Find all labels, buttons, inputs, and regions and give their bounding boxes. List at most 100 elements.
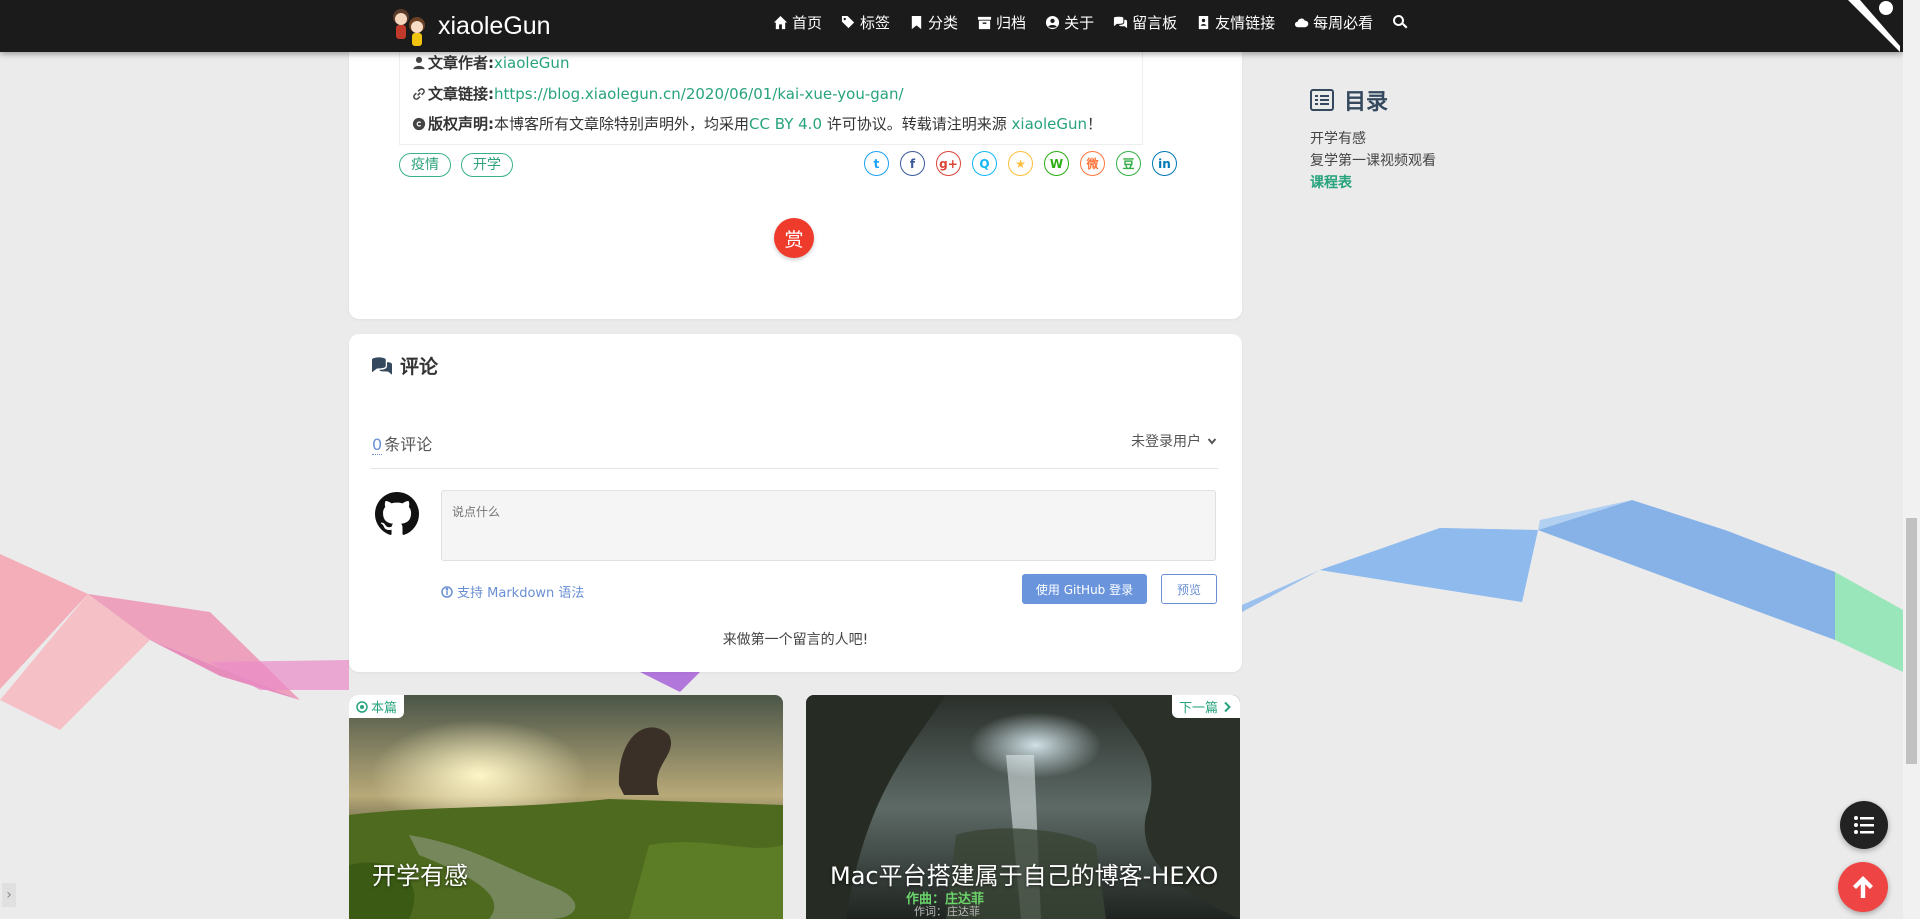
reward-button[interactable]: 赏 [774, 218, 814, 258]
post-tags: 疫情 开学 [399, 153, 523, 177]
link-icon [413, 87, 425, 100]
share-weibo-icon[interactable]: 微 [1080, 151, 1105, 176]
search-icon [1393, 15, 1408, 29]
share-douban-icon[interactable]: 豆 [1116, 151, 1141, 176]
archive-icon [977, 16, 992, 29]
nav-archive[interactable]: 归档 [977, 12, 1026, 33]
brand-logo-icon [393, 9, 425, 46]
nav-label: 首页 [792, 13, 823, 32]
search-button[interactable] [1392, 14, 1412, 30]
nav-label: 关于 [1064, 13, 1095, 32]
license-label: 版权声明: [428, 115, 494, 133]
next-post-card[interactable]: 下一篇 Mac平台搭建属于自己的博客-HEXO 作曲：庄达菲 作词：庄达菲 [806, 695, 1240, 919]
markdown-tip[interactable]: 支持 Markdown 语法 [441, 582, 584, 601]
post-copyright-card: 文章作者: xiaoleGun 文章链接: https://blog.xiaol… [349, 40, 1242, 319]
toc-toggle-button[interactable] [1840, 801, 1888, 849]
arrow-up-icon [1853, 876, 1873, 898]
license-text-3: ！ [1087, 115, 1103, 133]
toc-heading: 目录 [1310, 84, 1436, 116]
license-text-1: 本博客所有文章除特别声明外，均采用 [494, 115, 750, 133]
preview-button[interactable]: 预览 [1161, 574, 1217, 604]
site-name: xiaoleGun [438, 11, 551, 40]
login-user-dropdown[interactable]: 未登录用户 [1131, 431, 1217, 451]
chevron-right-icon [1224, 701, 1231, 712]
toc-item[interactable]: 开学有感 [1310, 128, 1436, 150]
toc-item[interactable]: 复学第一课视频观看 [1310, 150, 1436, 172]
share-linkedin-icon[interactable]: in [1152, 151, 1177, 176]
link-label: 文章链接: [428, 85, 494, 103]
post-url-link[interactable]: https://blog.xiaolegun.cn/2020/06/01/kai… [494, 85, 904, 103]
tag-chip[interactable]: 开学 [461, 153, 513, 177]
bookmark-icon [911, 15, 922, 29]
share-qzone-icon[interactable]: ★ [1008, 151, 1033, 176]
list-icon [1854, 816, 1874, 834]
comments-heading: 评论 [370, 352, 438, 379]
site-brand[interactable]: xiaoleGun [388, 2, 551, 50]
current-post-card[interactable]: 本篇 开学有感 [349, 695, 783, 919]
comments-title: 评论 [400, 356, 439, 378]
scrollbar-thumb[interactable] [1906, 518, 1917, 764]
nav-categories[interactable]: 分类 [909, 12, 958, 33]
share-qq-icon[interactable]: Q [972, 151, 997, 176]
comment-input[interactable] [441, 490, 1216, 561]
nav-about[interactable]: 关于 [1045, 12, 1094, 33]
nav-label: 留言板 [1132, 13, 1178, 32]
current-post-badge: 本篇 [349, 695, 405, 718]
share-twitter-icon[interactable]: t [864, 151, 889, 176]
nav-label: 每周必看 [1313, 13, 1374, 32]
comments-icon [372, 356, 392, 375]
share-facebook-icon[interactable]: f [900, 151, 925, 176]
author-link[interactable]: xiaoleGun [494, 54, 569, 72]
license-source-link[interactable]: xiaoleGun [1012, 115, 1087, 133]
address-book-icon [1198, 15, 1209, 29]
nav-home[interactable]: 首页 [773, 12, 822, 33]
nav-guestbook[interactable]: 留言板 [1113, 12, 1177, 33]
comment-count-number: 0 [372, 435, 383, 455]
tag-chip[interactable]: 疫情 [399, 153, 451, 177]
comments-icon [1114, 16, 1128, 28]
home-icon [773, 15, 788, 29]
music-credit-lyricist: 作词：庄达菲 [914, 905, 980, 918]
share-buttons: t f g+ Q ★ W 微 豆 in [864, 151, 1188, 176]
chevron-down-icon [1207, 438, 1217, 445]
share-google-plus-icon[interactable]: g+ [936, 151, 961, 176]
markdown-tip-label: 支持 Markdown 语法 [457, 586, 585, 601]
nav-tags[interactable]: 标签 [841, 12, 890, 33]
user-circle-icon [1046, 15, 1060, 29]
nav-friends[interactable]: 友情链接 [1196, 12, 1275, 33]
side-drawer-toggle-icon[interactable]: › [2, 883, 16, 907]
comment-divider [370, 468, 1218, 469]
current-post-title: 开学有感 [372, 862, 468, 890]
share-wechat-icon[interactable]: W [1044, 151, 1069, 176]
user-icon [413, 56, 425, 69]
github-avatar-icon [375, 492, 419, 535]
copyright-box: 文章作者: xiaoleGun 文章链接: https://blog.xiaol… [399, 40, 1143, 145]
comment-count: 0 条评论 [372, 431, 432, 455]
license-text-2: 许可协议。转载请注明来源 [822, 115, 1012, 133]
link-line: 文章链接: https://blog.xiaolegun.cn/2020/06/… [412, 83, 904, 104]
github-corner-icon[interactable] [1842, 0, 1904, 52]
copyright-icon [412, 117, 426, 130]
toc-panel: 目录 开学有感 复学第一课视频观看 课程表 [1310, 84, 1436, 194]
author-line: 文章作者: xiaoleGun [412, 52, 569, 73]
next-post-badge-label: 下一篇 [1178, 701, 1218, 716]
license-link[interactable]: CC BY 4.0 [749, 115, 822, 133]
back-to-top-button[interactable] [1838, 862, 1888, 912]
nav-menu: 首页 标签 分类 归档 关于 留言板 友情链接 每周必看 [773, 0, 1431, 44]
nav-label: 友情链接 [1215, 13, 1276, 32]
toc-title: 目录 [1344, 90, 1389, 115]
cloud-icon [1295, 18, 1309, 27]
toc-item-active[interactable]: 课程表 [1310, 172, 1436, 194]
tags-icon [841, 15, 855, 28]
license-line: 版权声明: 本博客所有文章除特别声明外，均采用 CC BY 4.0 许可协议。转… [412, 113, 1102, 134]
nav-label: 归档 [996, 13, 1027, 32]
nav-weekly[interactable]: 每周必看 [1294, 12, 1373, 33]
next-post-badge: 下一篇 [1171, 695, 1240, 718]
nav-label: 标签 [860, 13, 891, 32]
comments-card: 评论 0条评论 未登录用户 支持 Markdown 语法 使用 GitHub 登… [349, 334, 1242, 672]
github-login-button[interactable]: 使用 GitHub 登录 [1022, 574, 1147, 604]
dot-circle-icon [356, 700, 368, 713]
page-scrollbar[interactable] [1903, 0, 1920, 919]
current-post-badge-label: 本篇 [371, 701, 398, 716]
comment-count-suffix: 条评论 [384, 435, 433, 454]
